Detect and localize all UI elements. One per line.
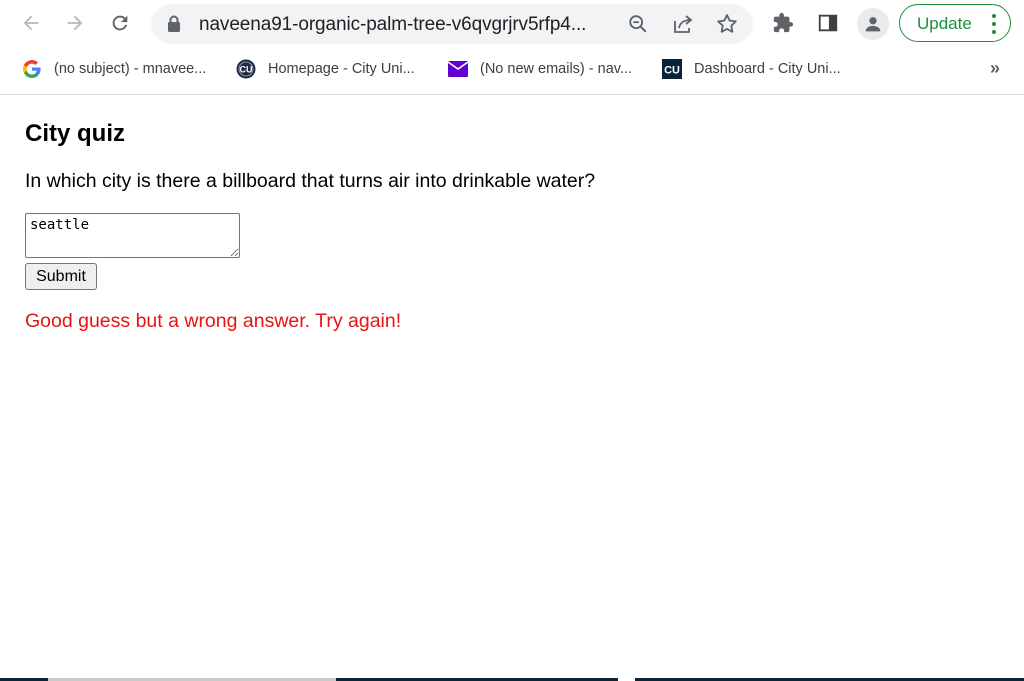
profile-avatar[interactable] [857,8,889,40]
star-icon[interactable] [715,12,739,36]
extensions-icon[interactable] [770,10,796,36]
url-text[interactable]: naveena91-organic-palm-tree-v6qvgrjrv5rf… [199,14,619,36]
side-panel-icon[interactable] [815,10,841,36]
submit-button[interactable]: Submit [25,263,97,290]
back-button[interactable] [14,6,48,40]
address-bar[interactable]: naveena91-organic-palm-tree-v6qvgrjrv5rf… [151,4,753,44]
bookmark-gmail[interactable]: (no subject) - mnavee... [22,58,206,80]
page-title: City quiz [25,120,125,147]
google-icon [22,59,42,79]
page-content: City quiz In which city is there a billb… [0,95,1024,681]
cu-round-icon: CU [236,59,256,79]
bookmark-label: Dashboard - City Uni... [694,61,841,77]
bookmark-label: (no subject) - mnavee... [54,61,207,77]
mail-icon [448,59,468,79]
feedback-message: Good guess but a wrong answer. Try again… [25,310,402,332]
more-bookmarks-icon[interactable]: » [990,58,1000,79]
quiz-question: In which city is there a billboard that … [25,170,596,192]
bookmark-mail[interactable]: (No new emails) - nav... [448,58,632,80]
bookmark-dashboard[interactable]: CU Dashboard - City Uni... [662,58,841,80]
arrow-left-icon [23,15,39,31]
arrow-right-icon [67,15,83,31]
forward-button[interactable] [58,6,92,40]
update-button[interactable]: Update [899,4,1011,42]
browser-toolbar: naveena91-organic-palm-tree-v6qvgrjrv5rf… [0,0,1024,48]
reload-button[interactable] [103,6,137,40]
share-icon[interactable] [671,12,695,36]
person-icon [865,17,881,32]
zoom-out-icon[interactable] [626,12,650,36]
menu-dots-icon[interactable] [992,14,996,34]
cu-square-icon: CU [662,59,682,79]
lock-icon [167,15,181,38]
bookmark-homepage[interactable]: CU Homepage - City Uni... [236,58,415,80]
reload-icon [112,15,128,31]
bookmark-label: Homepage - City Uni... [268,61,415,77]
bookmarks-bar: (no subject) - mnavee... CU Homepage - C… [0,48,1024,95]
update-label: Update [917,14,972,33]
svg-text:CU: CU [664,65,680,77]
svg-text:CU: CU [240,65,253,75]
bookmark-label: (No new emails) - nav... [480,61,633,77]
answer-input[interactable]: seattle [25,213,240,258]
